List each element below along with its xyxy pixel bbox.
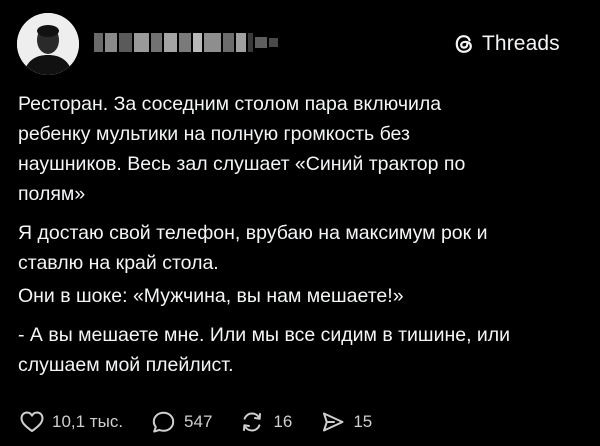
comment-icon xyxy=(152,411,175,433)
post-paragraph: Они в шоке: «Мужчина, вы нам мешаете!» xyxy=(18,285,404,307)
heart-icon xyxy=(20,411,44,432)
reply-button[interactable]: 547 xyxy=(151,410,212,434)
post-body: Ресторан. За соседним столом пара включи… xyxy=(18,89,588,380)
repost-count: 16 xyxy=(273,412,293,431)
username-blurred[interactable] xyxy=(94,33,278,52)
post-paragraph: Ресторан. За соседним столом пара включи… xyxy=(18,93,466,205)
like-count: 10,1 тыс. xyxy=(52,412,124,431)
reply-count: 547 xyxy=(184,412,213,431)
brand-name: Threads xyxy=(482,32,560,55)
repost-button[interactable]: 16 xyxy=(240,410,292,434)
avatar[interactable] xyxy=(17,13,79,75)
action-bar: 10,1 тыс. 547 16 15 xyxy=(19,408,400,436)
repost-icon xyxy=(243,412,262,432)
threads-logo-icon xyxy=(455,35,472,53)
threads-brand[interactable]: Threads xyxy=(452,30,560,58)
send-icon xyxy=(323,412,344,432)
post-paragraph: Я достаю свой телефон, врубаю на максиму… xyxy=(18,222,488,274)
post-paragraph: - А вы мешаете мне. Или мы все сидим в т… xyxy=(18,324,511,376)
like-button[interactable]: 10,1 тыс. xyxy=(19,410,123,434)
avatar-photo xyxy=(17,13,79,75)
share-count: 15 xyxy=(353,412,373,431)
share-button[interactable]: 15 xyxy=(320,410,372,434)
